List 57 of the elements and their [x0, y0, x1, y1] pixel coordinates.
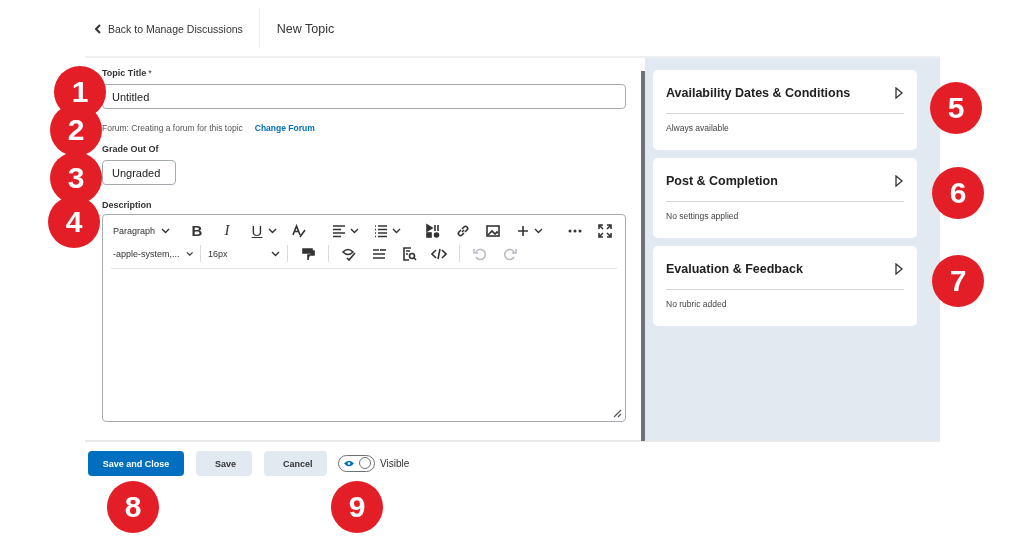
fullscreen-icon [597, 222, 614, 239]
toolbar-button[interactable]: I [212, 219, 243, 242]
list-icon [373, 222, 390, 239]
font-style-icon [291, 222, 308, 239]
settings-card[interactable]: Evaluation & Feedback No rubric added [653, 246, 917, 326]
action-button[interactable]: Save [196, 451, 252, 476]
forum-text: Forum: Creating a forum for this topic [102, 123, 243, 133]
card-summary: No rubric added [666, 299, 728, 309]
caret-icon [185, 250, 193, 257]
caret-icon [161, 227, 171, 234]
page-title: New Topic [276, 21, 335, 36]
caret-icon [271, 250, 280, 257]
action-button[interactable]: Cancel [264, 451, 327, 476]
grade-input[interactable]: Ungraded [102, 160, 176, 185]
rich-text-editor[interactable]: Paragraph B I U -apple-system,... 16px [102, 214, 626, 422]
block-format-dropdown[interactable]: Paragraph [111, 219, 173, 242]
media-icon [425, 222, 442, 239]
eye-icon [344, 460, 354, 467]
more-icon [567, 228, 584, 233]
number-callout: 8 [107, 481, 159, 533]
settings-card[interactable]: Availability Dates & Conditions Always available [653, 70, 917, 150]
card-summary: Always available [666, 123, 730, 133]
number-callout: 7 [932, 255, 984, 307]
number-callout: 4 [48, 196, 100, 248]
field-label: Grade Out Of [102, 144, 159, 154]
resize-handle-icon[interactable] [612, 408, 622, 418]
required-mark: * [148, 68, 152, 78]
font-family-dropdown[interactable]: -apple-system,... [111, 242, 195, 265]
settings-card[interactable]: Post & Completion No settings applied [653, 158, 917, 238]
action-button[interactable]: Save and Close [88, 451, 184, 476]
toggle-label: Visible [380, 458, 410, 469]
title-input[interactable]: Untitled [102, 84, 626, 109]
chevron-left-icon [94, 24, 102, 34]
caret-icon [350, 227, 360, 234]
image-icon [485, 222, 502, 239]
caret-icon [534, 227, 544, 234]
number-callout: 6 [932, 167, 984, 219]
paint-roller-icon [300, 245, 316, 262]
card-summary: No settings applied [666, 211, 740, 221]
number-callout: 9 [331, 481, 383, 533]
link-icon [455, 222, 472, 239]
toolbar-button[interactable]: B [182, 219, 213, 242]
document-search-icon [401, 245, 417, 262]
number-callout: 5 [930, 82, 982, 134]
back-link[interactable]: Back to Manage Discussions [94, 21, 243, 35]
field-label: Topic Title [102, 68, 147, 78]
field-label: Description [102, 200, 152, 210]
align-left-icon [331, 222, 348, 239]
card-title: Evaluation & Feedback [666, 261, 803, 276]
change-forum-link[interactable]: Change Forum [254, 123, 315, 133]
caret-icon [268, 227, 278, 234]
toolbar-button[interactable]: U [242, 219, 285, 242]
caret-icon [392, 227, 402, 234]
card-title: Post & Completion [666, 173, 778, 188]
visibility-toggle[interactable] [338, 455, 375, 472]
card-title: Availability Dates & Conditions [666, 85, 851, 100]
font-size-dropdown[interactable]: 16px [206, 242, 282, 265]
